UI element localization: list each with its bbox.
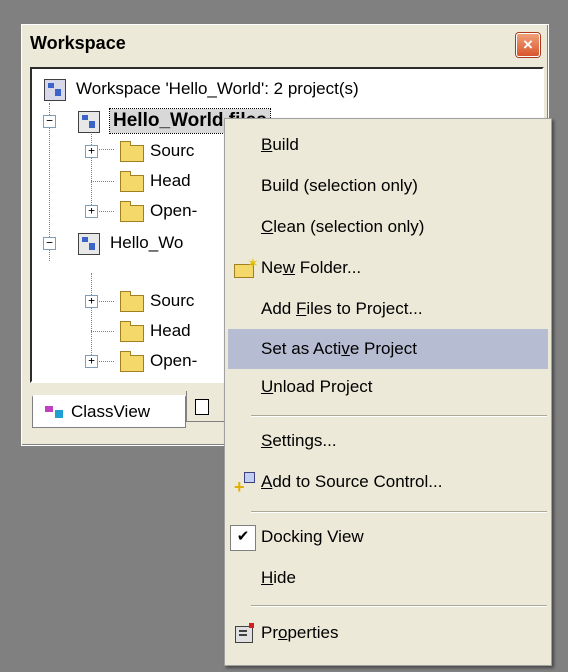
tab-fileview[interactable] [186, 391, 228, 422]
workspace-label: Workspace 'Hello_World': 2 project(s) [76, 79, 359, 98]
menu-item-new-folder[interactable]: ✶ New Folder... [228, 250, 548, 286]
tree-row-folder[interactable]: Head [32, 167, 232, 195]
menu-item-source-control[interactable]: + Add to Source Control... [228, 464, 548, 500]
menu-separator [251, 415, 547, 417]
menu-item-set-active[interactable]: Set as Active Project [228, 329, 548, 369]
fileview-icon [195, 399, 209, 415]
folder-icon [120, 351, 144, 372]
folder-label: Sourc [150, 141, 195, 160]
menu-item-settings[interactable]: Settings... [228, 423, 548, 459]
checkmark-icon: ✔ [230, 525, 256, 551]
tab-label: ClassView [71, 402, 151, 421]
menu-item-unload[interactable]: Unload Project [228, 369, 548, 405]
folder-icon [120, 171, 144, 192]
context-menu: Build Build (selection only) Clean (sele… [224, 118, 552, 666]
source-control-icon: + [234, 472, 256, 496]
workspace-icon [44, 79, 66, 101]
menu-item-build[interactable]: Build [228, 127, 548, 163]
expand-icon[interactable]: + [85, 355, 98, 368]
expand-icon[interactable]: + [85, 295, 98, 308]
properties-icon [234, 623, 256, 643]
folder-label: Head [150, 321, 191, 340]
tab-classview[interactable]: ClassView [32, 395, 186, 428]
collapse-icon[interactable]: − [43, 115, 56, 128]
menu-item-hide[interactable]: Hide [228, 560, 548, 596]
project-label: Hello_Wo [110, 233, 184, 252]
folder-icon [120, 321, 144, 342]
tree-row-workspace[interactable]: Workspace 'Hello_World': 2 project(s) [32, 75, 532, 103]
folder-icon [120, 141, 144, 162]
folder-label: Head [150, 171, 191, 190]
menu-item-build-selection[interactable]: Build (selection only) [228, 168, 548, 204]
project-icon [78, 233, 100, 255]
menu-item-clean[interactable]: Clean (selection only) [228, 209, 548, 245]
classview-icon [45, 406, 53, 412]
tree-row-folder[interactable]: + Open- [32, 197, 232, 225]
tree-row-folder[interactable]: + Sourc [32, 137, 232, 165]
tree-row-folder[interactable]: + Open- [32, 347, 232, 375]
tree-row-folder[interactable]: Head [32, 317, 232, 345]
folder-label: Open- [150, 201, 198, 220]
folder-icon [120, 201, 144, 222]
expand-icon[interactable]: + [85, 145, 98, 158]
folder-label: Open- [150, 351, 198, 370]
classview-icon-part [55, 410, 63, 418]
folder-icon [120, 291, 144, 312]
tree-row-folder[interactable]: + Sourc [32, 287, 232, 315]
project-icon [78, 111, 100, 133]
menu-item-properties[interactable]: Properties [228, 615, 548, 651]
new-folder-icon: ✶ [234, 256, 259, 278]
tree-row-project[interactable]: − Hello_Wo [32, 229, 232, 257]
menu-separator [251, 605, 547, 607]
menu-item-add-files[interactable]: Add Files to Project... [228, 291, 548, 327]
expand-icon[interactable]: + [85, 205, 98, 218]
panel-title: Workspace [30, 33, 126, 53]
close-button[interactable]: × [516, 33, 540, 57]
collapse-icon[interactable]: − [43, 237, 56, 250]
menu-item-docking-view[interactable]: ✔ Docking View [228, 519, 548, 555]
folder-label: Sourc [150, 291, 195, 310]
menu-separator [251, 511, 547, 513]
